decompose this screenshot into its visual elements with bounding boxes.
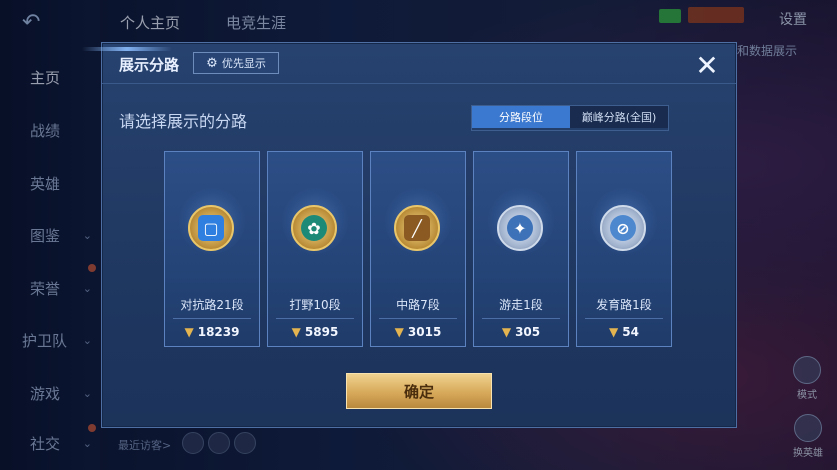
lane-card-jungle[interactable]: ✿ 打野10段 ▼ 5895 [267, 151, 363, 347]
clash-lane-emblem-icon: ▢ [188, 205, 234, 251]
lane-card-label: 打野10段 [289, 298, 341, 312]
lane-card-score: ▼ 5895 [268, 325, 362, 339]
lane-card-score: ▼ 3015 [371, 325, 465, 339]
dialog-header: 展示分路 ⚙ 优先显示 [82, 43, 736, 84]
card-divider [585, 318, 663, 319]
dialog-title: 展示分路 [119, 56, 180, 74]
card-divider [379, 318, 457, 319]
score-icon: ▼ [291, 325, 301, 339]
mid-lane-emblem-icon: ╱ [394, 205, 440, 251]
lane-card-score: ▼ 18239 [165, 325, 259, 339]
close-icon[interactable]: ✕ [690, 49, 724, 82]
priority-display-button[interactable]: ⚙ 优先显示 [193, 52, 279, 74]
lane-score-value: 54 [622, 325, 639, 339]
lane-score-value: 305 [515, 325, 541, 339]
lane-card-clash[interactable]: ▢ 对抗路21段 ▼ 18239 [164, 151, 260, 347]
roam-emblem-icon: ✦ [497, 205, 543, 251]
score-icon: ▼ [501, 325, 512, 339]
lane-mode-toggle: 分路段位 巅峰分路(全国) [471, 105, 669, 131]
jungle-emblem-icon: ✿ [291, 205, 337, 251]
lane-score-value: 3015 [407, 325, 442, 339]
tab-lane-rank[interactable]: 分路段位 [472, 106, 570, 128]
lane-cards: ▢ 对抗路21段 ▼ 18239 ✿ 打野10段 ▼ 5895 ╱ 中路7段 ▼ 30… [164, 151, 675, 349]
lane-card-label: 对抗路21段 [180, 298, 244, 312]
header-glow-decoration [82, 47, 172, 51]
lane-card-farm[interactable]: ⊘ 发育路1段 ▼ 54 [576, 151, 672, 347]
lane-select-prompt: 请选择展示的分路 [119, 112, 248, 131]
card-divider [276, 318, 354, 319]
score-icon: ▼ [609, 325, 619, 339]
lane-score-value: 18239 [197, 325, 240, 339]
farm-lane-emblem-icon: ⊘ [600, 205, 646, 251]
lane-card-label: 游走1段 [499, 298, 543, 312]
lane-card-roam[interactable]: ✦ 游走1段 ▼ 305 [473, 151, 569, 347]
score-icon: ▼ [394, 325, 404, 339]
lane-card-score: ▼ 54 [577, 325, 671, 339]
card-divider [173, 318, 251, 319]
lane-score-value: 5895 [304, 325, 339, 339]
lane-card-label: 发育路1段 [596, 298, 652, 312]
lane-display-dialog: 展示分路 ⚙ 优先显示 请选择展示的分路 分路段位 巅峰分路(全国) ▢ 对抗路… [82, 42, 737, 428]
card-divider [482, 318, 560, 319]
confirm-button[interactable]: 确定 [346, 373, 492, 409]
lane-card-label: 中路7段 [396, 298, 440, 312]
priority-display-label: 优先显示 [221, 57, 266, 70]
score-icon: ▼ [184, 325, 194, 339]
tab-peak-lane-national[interactable]: 巅峰分路(全国) [570, 106, 668, 128]
lane-card-mid[interactable]: ╱ 中路7段 ▼ 3015 [370, 151, 466, 347]
lane-card-score: ▼ 305 [474, 325, 568, 339]
gear-icon: ⚙ [206, 55, 218, 71]
